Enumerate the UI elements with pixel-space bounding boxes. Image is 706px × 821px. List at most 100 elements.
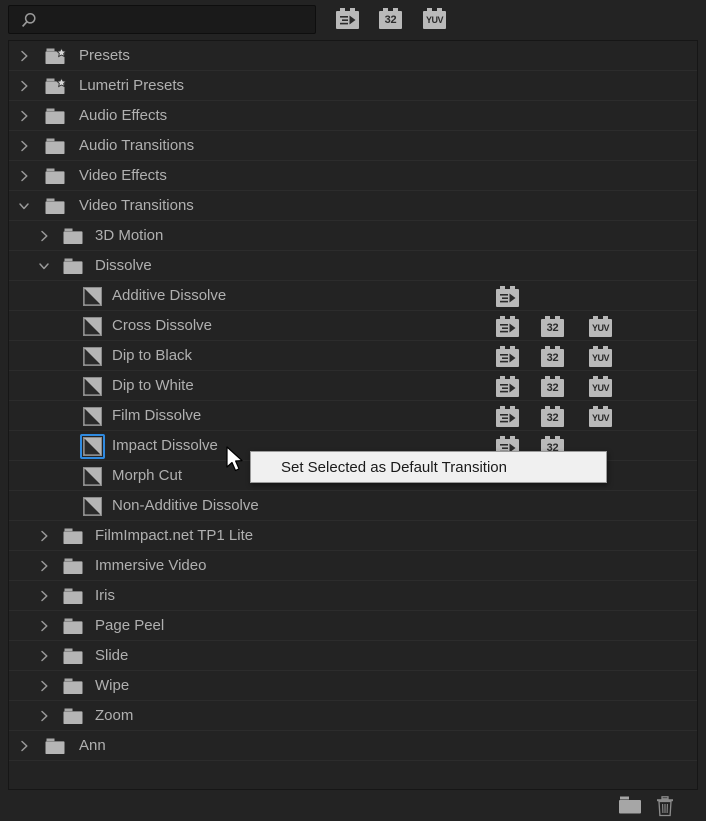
yuv-color-icon: YUV	[589, 376, 612, 397]
32-bit-color-icon: 32	[541, 346, 564, 367]
chevron-right-icon[interactable]	[17, 139, 31, 153]
tree-row[interactable]: Audio Effects	[9, 101, 697, 131]
transition-icon[interactable]	[83, 377, 102, 396]
tree-row[interactable]: Additive Dissolve	[9, 281, 697, 311]
tree-row[interactable]: 3D Motion	[9, 221, 697, 251]
transition-icon[interactable]	[83, 497, 102, 516]
tree-row[interactable]: Presets	[9, 41, 697, 71]
chevron-right-icon[interactable]	[17, 169, 31, 183]
accelerated-effects-icon[interactable]	[336, 8, 359, 29]
transition-icon[interactable]	[83, 347, 102, 366]
folder-icon	[45, 738, 67, 755]
32-bit-color-icon: 32	[541, 406, 564, 427]
arrow-cursor	[226, 446, 246, 474]
tree-row-label: Video Transitions	[79, 197, 194, 214]
chevron-right-icon[interactable]	[37, 619, 51, 633]
accelerated-effects-icon	[496, 376, 519, 397]
tree-row-label: Non-Additive Dissolve	[112, 497, 259, 514]
tree-row[interactable]: Zoom	[9, 701, 697, 731]
yuv-label: YUV	[591, 413, 610, 423]
context-menu[interactable]: Set Selected as Default Transition	[250, 451, 607, 483]
tree-row[interactable]: Lumetri Presets	[9, 71, 697, 101]
tree-row-label: FilmImpact.net TP1 Lite	[95, 527, 254, 544]
panel-toolbar: 32 YUV	[0, 0, 706, 40]
tree-row[interactable]: Dissolve	[9, 251, 697, 281]
tree-row[interactable]: FilmImpact.net TP1 Lite	[9, 521, 697, 551]
chevron-right-icon[interactable]	[37, 589, 51, 603]
yuv-label: YUV	[591, 383, 610, 393]
effects-tree[interactable]: Presets Lumetri Presets Audio Effects Audio…	[8, 40, 698, 790]
tree-row[interactable]: Audio Transitions	[9, 131, 697, 161]
tree-row-label: Page Peel	[95, 617, 165, 634]
tree-row[interactable]: Page Peel	[9, 611, 697, 641]
chevron-right-icon[interactable]	[17, 109, 31, 123]
accelerated-effects-icon	[496, 346, 519, 367]
search-input[interactable]	[43, 6, 311, 33]
folder-icon	[45, 168, 67, 185]
tree-row[interactable]: Non-Additive Dissolve	[9, 491, 697, 521]
32-bit-color-icon[interactable]: 32	[379, 8, 402, 29]
tree-row[interactable]: Video Transitions	[9, 191, 697, 221]
folder-icon	[63, 588, 85, 605]
chevron-right-icon[interactable]	[17, 49, 31, 63]
yuv-label: YUV	[591, 353, 610, 363]
toolbar-filter-group: 32 YUV	[336, 8, 456, 32]
yuv-color-icon[interactable]: YUV	[423, 8, 446, 29]
chevron-right-icon[interactable]	[37, 709, 51, 723]
transition-icon[interactable]	[83, 317, 102, 336]
tree-row-label: Immersive Video	[95, 557, 207, 574]
folder-icon	[63, 648, 85, 665]
yuv-label: YUV	[591, 323, 610, 333]
transition-icon[interactable]	[83, 287, 102, 306]
tree-row[interactable]: Film Dissolve 32 YUV	[9, 401, 697, 431]
folder-icon	[45, 108, 67, 125]
folder-icon	[63, 528, 85, 545]
folder-icon	[63, 558, 85, 575]
context-menu-item-set-default-transition[interactable]: Set Selected as Default Transition	[281, 452, 507, 482]
chevron-right-icon[interactable]	[37, 649, 51, 663]
tree-row-label: Presets	[79, 47, 130, 64]
chevron-right-icon[interactable]	[17, 79, 31, 93]
tree-row-label: Lumetri Presets	[79, 77, 185, 94]
folder-icon	[63, 618, 85, 635]
tree-row[interactable]: Immersive Video	[9, 551, 697, 581]
tree-row[interactable]: Dip to Black 32 YUV	[9, 341, 697, 371]
row-badge-group	[496, 286, 636, 307]
transition-icon[interactable]	[83, 407, 102, 426]
tree-row-label: 3D Motion	[95, 227, 164, 244]
folder-icon	[63, 678, 85, 695]
search-field[interactable]	[8, 5, 316, 34]
effects-panel: 32 YUV Presets Lumetri Presets Audio Effec…	[0, 0, 706, 821]
row-badge-group: 32 YUV	[496, 376, 636, 397]
folder-icon	[63, 258, 85, 275]
tree-row[interactable]: Ann	[9, 731, 697, 761]
tree-row[interactable]: Video Effects	[9, 161, 697, 191]
tree-row[interactable]: Wipe	[9, 671, 697, 701]
32-bit-label: 32	[546, 352, 559, 364]
tree-row-label: Cross Dissolve	[112, 317, 213, 334]
chevron-right-icon[interactable]	[37, 559, 51, 573]
tree-row-label: Wipe	[95, 677, 130, 694]
chevron-down-icon[interactable]	[37, 259, 51, 273]
chevron-down-icon[interactable]	[17, 199, 31, 213]
32-bit-label: 32	[384, 14, 397, 26]
accelerated-effects-icon	[496, 406, 519, 427]
tree-row[interactable]: Iris	[9, 581, 697, 611]
chevron-right-icon[interactable]	[37, 529, 51, 543]
row-badge-group: 32 YUV	[496, 316, 636, 337]
tree-row-label: Audio Effects	[79, 107, 168, 124]
new-custom-bin-icon[interactable]	[618, 796, 642, 820]
32-bit-label: 32	[546, 322, 559, 334]
tree-row[interactable]: Slide	[9, 641, 697, 671]
preset-folder-icon	[45, 46, 68, 65]
chevron-right-icon[interactable]	[37, 229, 51, 243]
32-bit-color-icon: 32	[541, 316, 564, 337]
tree-row-label: Ann	[79, 737, 106, 754]
tree-row[interactable]: Dip to White 32 YUV	[9, 371, 697, 401]
delete-icon[interactable]	[655, 796, 675, 821]
tree-row[interactable]: Cross Dissolve 32 YUV	[9, 311, 697, 341]
tree-row-label: Iris	[95, 587, 115, 604]
chevron-right-icon[interactable]	[37, 679, 51, 693]
transition-icon[interactable]	[83, 467, 102, 486]
chevron-right-icon[interactable]	[17, 739, 31, 753]
